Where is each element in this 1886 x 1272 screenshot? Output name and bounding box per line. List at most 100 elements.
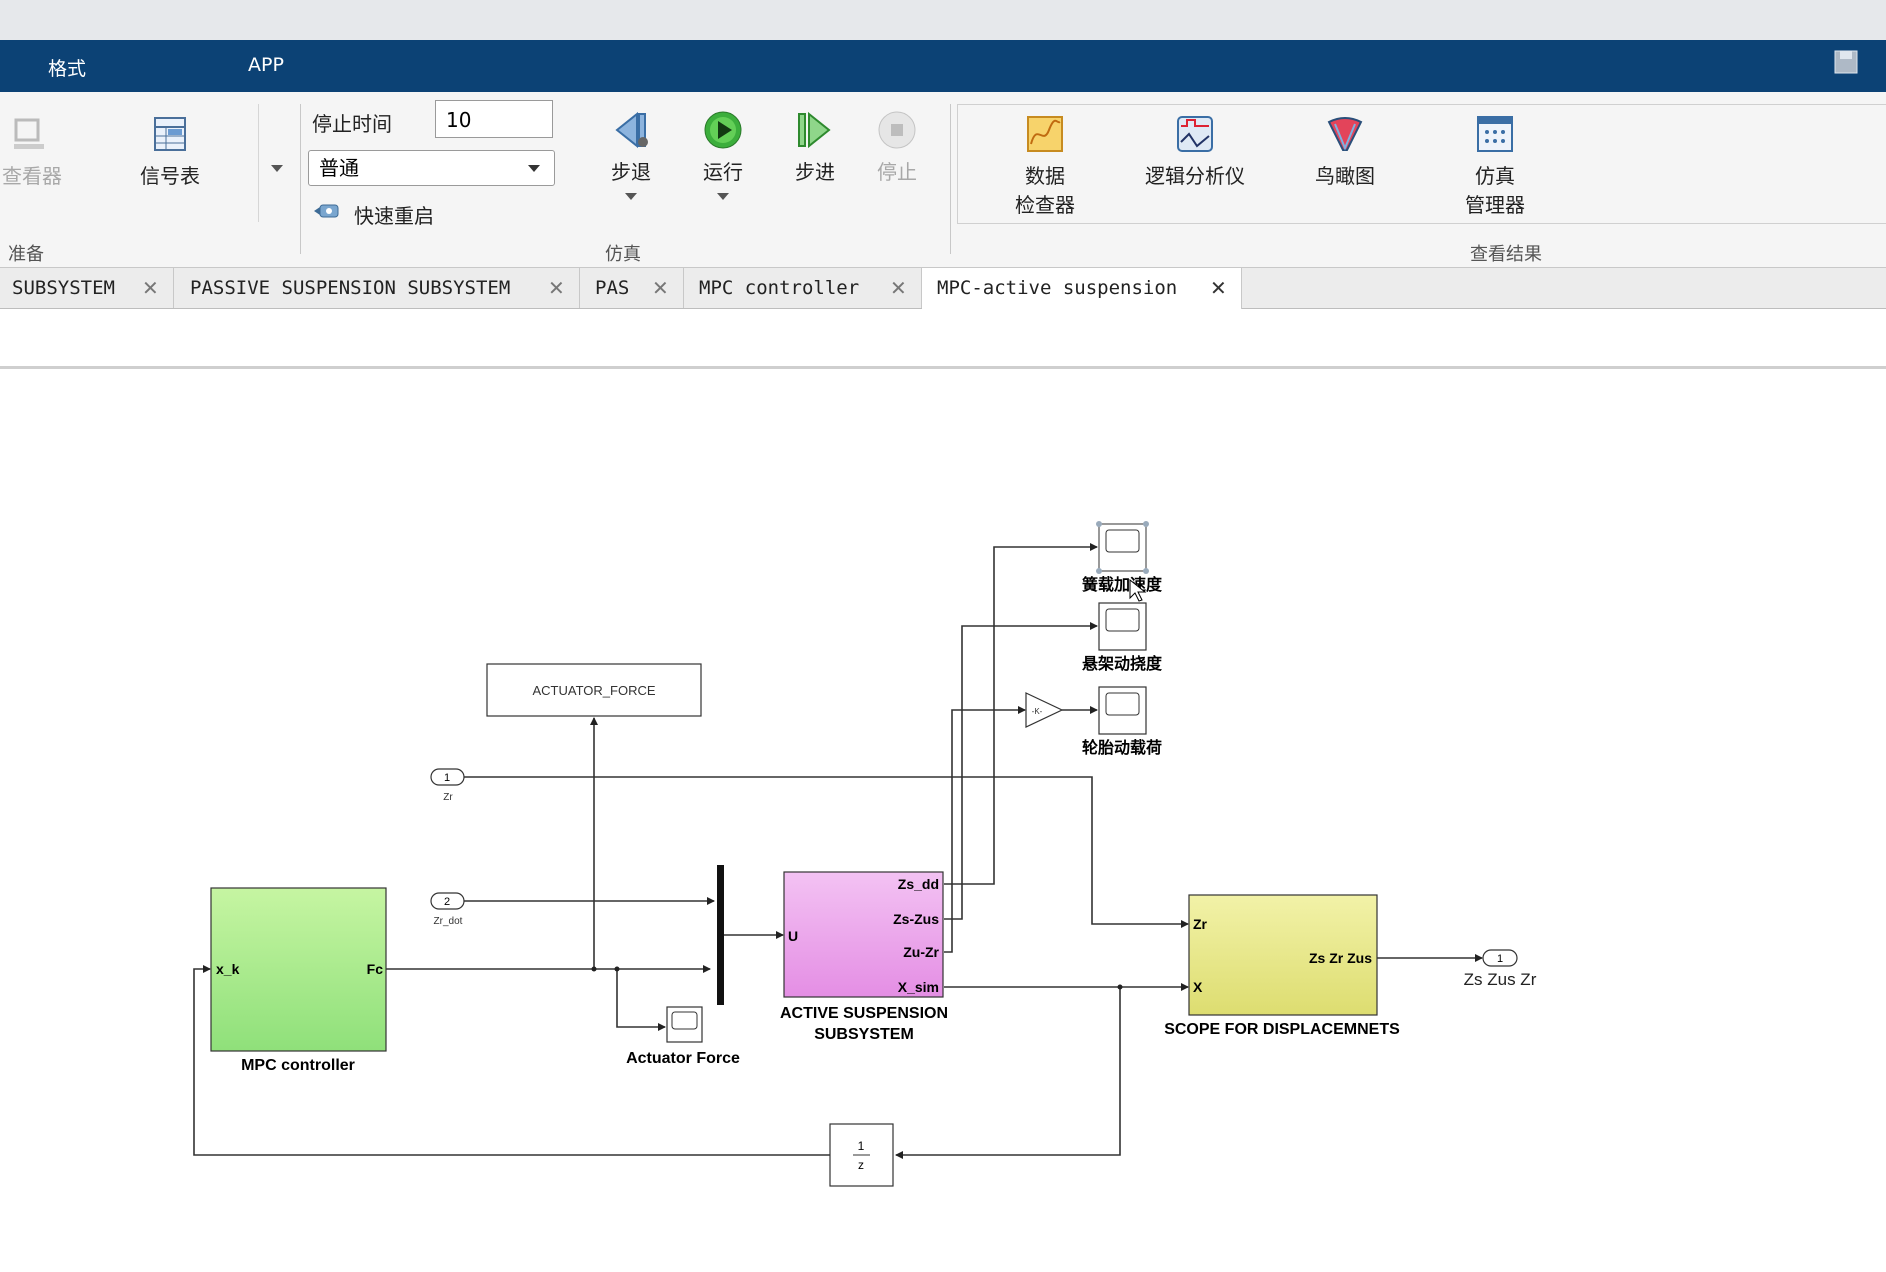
review-results-panel: [957, 104, 1886, 224]
logic-analyzer-button[interactable]: 逻辑分析仪: [1130, 114, 1260, 189]
birdseye-button[interactable]: 鸟瞰图: [1300, 114, 1390, 189]
mpc-controller-block[interactable]: x_k Fc MPC controller: [210, 887, 387, 1074]
birdseye-label: 鸟瞰图: [1315, 164, 1375, 188]
outport-name: Zs Zus Zr: [1464, 970, 1537, 989]
scope-3-label: 轮胎动载荷: [1082, 738, 1162, 757]
signal-lines[interactable]: [193, 543, 1483, 1159]
run-label: 运行: [703, 160, 743, 184]
chevron-down-icon: [528, 165, 540, 172]
close-icon[interactable]: ✕: [890, 268, 907, 308]
sim-manager-label-1: 仿真: [1475, 164, 1515, 188]
step-forward-button[interactable]: 步进: [780, 110, 850, 185]
prepare-section-label: 准备: [8, 244, 44, 265]
close-icon[interactable]: ✕: [548, 268, 565, 308]
tab-label: MPC-active suspension: [937, 277, 1178, 299]
active-out-port-label: Zu-Zr: [903, 944, 939, 960]
fast-restart-icon: [314, 204, 339, 218]
active-block-name-1: ACTIVE SUSPENSION: [780, 1005, 948, 1022]
active-suspension-subsystem-block[interactable]: U Zs_dd Zs-Zus Zu-Zr X_sim ACTIVE SUSPEN…: [780, 871, 948, 1043]
menu-bar: 格式 APP: [0, 40, 1886, 92]
simulate-section-label: 仿真: [605, 244, 641, 265]
data-inspector-label-1: 数据: [1025, 164, 1065, 188]
mpc-block-name: MPC controller: [241, 1057, 355, 1074]
step-back-label: 步退: [611, 160, 651, 184]
viewer-label: 查看器: [2, 164, 62, 188]
menu-app[interactable]: APP: [248, 54, 284, 76]
scope-sprung-acceleration-block[interactable]: 簧载加速度: [1082, 521, 1163, 594]
step-back-button[interactable]: 步退: [596, 110, 666, 201]
tab-mpc-active-suspension[interactable]: MPC-active suspension ✕: [922, 268, 1242, 309]
run-dropdown-icon[interactable]: [717, 193, 729, 201]
scope-2-label: 悬架动挠度: [1081, 654, 1163, 673]
close-icon[interactable]: ✕: [1210, 268, 1227, 308]
fast-restart-button[interactable]: 快速重启: [354, 200, 434, 229]
step-forward-icon: [798, 111, 831, 149]
scope-in-port-label: X: [1193, 979, 1203, 995]
section-separator-2: [950, 104, 951, 254]
toolstrip: 查看器 信号表 准备 停止时间 10 普通 快速重启 步退 运行 步进 停止 仿…: [0, 92, 1886, 268]
stop-button[interactable]: 停止: [862, 110, 932, 185]
sim-manager-button[interactable]: 仿真 管理器: [1450, 114, 1540, 218]
scope-suspension-deflection-block[interactable]: 悬架动挠度: [1081, 602, 1163, 673]
active-in-port-label: U: [788, 928, 798, 944]
section-separator-1: [300, 104, 301, 254]
stop-time-label: 停止时间: [312, 112, 392, 136]
inport-1-block[interactable]: 1 Zr: [430, 768, 465, 803]
viewer-button[interactable]: 查看器: [0, 114, 72, 189]
run-button[interactable]: 运行: [688, 110, 758, 201]
window-title-strip: [0, 0, 1886, 40]
save-icon[interactable]: [1832, 48, 1860, 76]
simulation-mode-value: 普通: [319, 156, 359, 180]
unit-delay-block[interactable]: 1 z: [829, 1123, 894, 1187]
actuator-scope-label: Actuator Force: [626, 1050, 740, 1067]
scope-block-name: SCOPE FOR DISPLACEMNETS: [1164, 1021, 1400, 1038]
close-icon[interactable]: ✕: [142, 268, 159, 308]
mux-block[interactable]: [717, 865, 724, 1005]
tab-pas[interactable]: PAS ✕: [580, 268, 684, 308]
stop-label: 停止: [877, 160, 917, 184]
inport-1-name: Zr: [443, 792, 453, 803]
inport-2-block[interactable]: 2 Zr_dot: [430, 892, 465, 927]
tab-subsystem[interactable]: SUBSYSTEM ✕: [0, 268, 174, 308]
signal-table-button[interactable]: 信号表: [130, 114, 210, 189]
scope-for-displacements-block[interactable]: Zr X Zs Zr Zus SCOPE FOR DISPLACEMNETS: [1164, 894, 1400, 1038]
scope-tire-load-block[interactable]: 轮胎动载荷: [1082, 686, 1162, 757]
data-inspector-button[interactable]: 数据 检查器: [1000, 114, 1090, 218]
tab-label: SUBSYSTEM: [12, 277, 115, 299]
mpc-in-port-label: x_k: [216, 961, 240, 977]
delay-denominator: z: [858, 1158, 864, 1172]
block-diagram: ACTUATOR_FORCE 1 Zr 2 Zr_dot x_k Fc MPC …: [193, 521, 1537, 1187]
inport-2-number: 2: [444, 896, 450, 908]
actuator-force-scope-block[interactable]: Actuator Force: [626, 1006, 740, 1067]
run-icon: [704, 111, 742, 149]
logic-analyzer-icon: [1177, 116, 1213, 152]
review-section-label: 查看结果: [1470, 244, 1542, 265]
sim-manager-label-2: 管理器: [1465, 193, 1525, 217]
actuator-force-goto-block[interactable]: ACTUATOR_FORCE: [486, 663, 702, 717]
viewer-icon: [14, 118, 44, 149]
scope-out-port-label: Zs Zr Zus: [1309, 950, 1372, 966]
inport-1-number: 1: [444, 772, 450, 784]
active-out-port-label: X_sim: [898, 979, 939, 995]
simulation-mode-select[interactable]: 普通: [308, 150, 555, 186]
outport-block[interactable]: 1 Zs Zus Zr: [1464, 949, 1537, 989]
tab-mpc-controller[interactable]: MPC controller ✕: [684, 268, 922, 308]
active-out-port-label: Zs-Zus: [893, 911, 939, 927]
tab-label: PAS: [595, 277, 630, 299]
step-back-dropdown-icon[interactable]: [625, 193, 637, 201]
inport-2-name: Zr_dot: [434, 916, 463, 927]
model-tab-bar: SUBSYSTEM ✕ PASSIVE SUSPENSION SUBSYSTEM…: [0, 268, 1886, 309]
signal-table-icon: [154, 117, 186, 151]
menu-format[interactable]: 格式: [48, 54, 86, 81]
tab-passive-suspension-subsystem[interactable]: PASSIVE SUSPENSION SUBSYSTEM ✕: [174, 268, 580, 308]
model-canvas[interactable]: ACTUATOR_FORCE 1 Zr 2 Zr_dot x_k Fc MPC …: [0, 369, 1886, 1268]
prepare-gallery-expand-icon[interactable]: [270, 164, 284, 174]
active-out-port-label: Zs_dd: [898, 876, 939, 892]
step-back-icon: [615, 111, 648, 149]
scope-1-label: 簧载加速度: [1082, 575, 1163, 594]
data-inspector-label-2: 检查器: [1015, 193, 1075, 217]
stop-time-input[interactable]: 10: [435, 100, 553, 138]
gain-block[interactable]: -K-: [1025, 692, 1064, 728]
close-icon[interactable]: ✕: [652, 268, 669, 308]
sim-manager-icon: [1477, 116, 1513, 152]
